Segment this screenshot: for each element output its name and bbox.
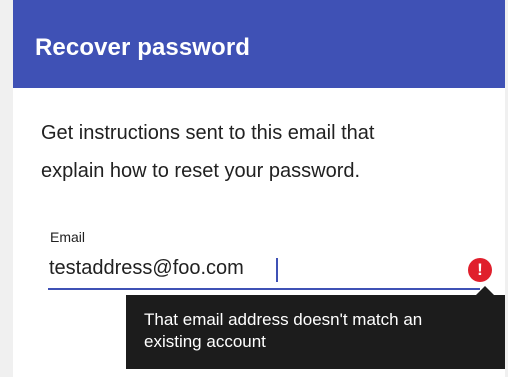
error-message: That email address doesn't match an exis… [144,309,494,353]
app-bar-title: Recover password [35,34,251,61]
error-exclamation-icon[interactable]: ! [468,258,492,282]
recover-password-screen: Recover password Get instructions sent t… [13,0,505,377]
text-cursor [276,258,278,282]
error-tooltip: That email address doesn't match an exis… [126,286,505,369]
instructions-line-2: explain how to reset your password. [41,160,361,182]
app-bar: Recover password [13,0,505,88]
email-field-underline [48,288,480,290]
content-area: Get instructions sent to this email that… [13,88,505,377]
error-message-line-1: That email address doesn't match an [144,310,423,329]
instructions-text: Get instructions sent to this email that… [41,114,481,190]
email-field-label: Email [50,229,86,245]
error-message-line-2: existing account [144,332,266,351]
instructions-line-1: Get instructions sent to this email that [41,122,375,144]
email-field[interactable] [49,251,444,285]
